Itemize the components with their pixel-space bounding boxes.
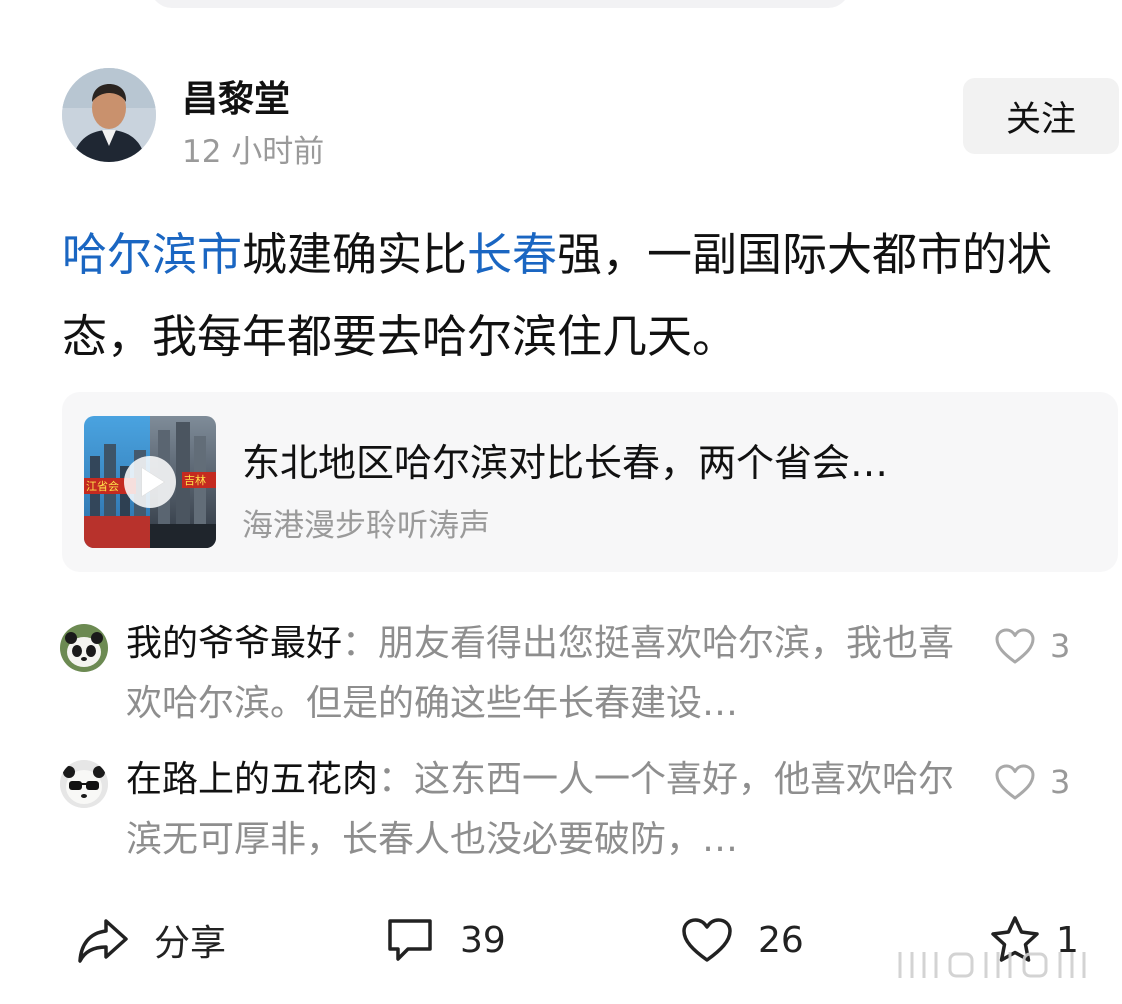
share-button[interactable]: 分享 xyxy=(76,908,226,972)
video-title[interactable]: 东北地区哈尔滨对比长春，两个省会… xyxy=(242,432,1102,487)
comment-bubble-icon[interactable] xyxy=(384,915,436,965)
comment-text: 我的爷爷最好：朋友看得出您挺喜欢哈尔滨，我也喜欢哈尔滨。但是的确这些年长春建设… xyxy=(126,614,986,734)
watermark-overlay xyxy=(890,944,1100,984)
topic-link-harbin[interactable]: 哈尔滨市 xyxy=(62,228,242,281)
topic-link-changchun[interactable]: 长春 xyxy=(467,228,557,281)
comment-like-button[interactable]: 3 xyxy=(994,758,1070,806)
post-text-segment: 城建确实比 xyxy=(242,228,468,281)
commenter-name[interactable]: 我的爷爷最好 xyxy=(126,623,342,664)
comment-item[interactable]: 我的爷爷最好：朋友看得出您挺喜欢哈尔滨，我也喜欢哈尔滨。但是的确这些年长春建设…… xyxy=(60,622,1122,752)
heart-icon[interactable] xyxy=(994,627,1036,665)
commenter-avatar[interactable] xyxy=(60,624,108,672)
comment-item[interactable]: 在路上的五花肉：这东西一人一个喜好，他喜欢哈尔滨无可厚非，长春人也没必要破防，…… xyxy=(60,758,1122,888)
like-count: 26 xyxy=(758,919,804,961)
comment-like-count: 3 xyxy=(1050,627,1071,665)
follow-button[interactable]: 关注 xyxy=(963,78,1119,154)
video-link-card[interactable]: 江省会 吉林 东北地区哈尔滨对比长春，两个省会… 海港漫步聆听涛声 xyxy=(62,392,1118,572)
video-thumbnail[interactable]: 江省会 吉林 xyxy=(84,416,216,548)
post-content: 哈尔滨市城建确实比长春强，一副国际大都市的状态，我每年都要去哈尔滨住几天。 xyxy=(62,214,1092,378)
commenter-name[interactable]: 在路上的五花肉 xyxy=(126,759,378,800)
author-avatar[interactable] xyxy=(62,68,156,162)
comment-separator: ： xyxy=(342,623,379,664)
search-bar-remnant[interactable] xyxy=(150,0,850,8)
share-arrow-icon[interactable] xyxy=(76,915,130,965)
comment-like-button[interactable]: 3 xyxy=(994,622,1070,670)
comment-count: 39 xyxy=(460,919,506,961)
comment-button[interactable]: 39 xyxy=(384,908,506,972)
thumbnail-caption-left: 江省会 xyxy=(86,480,119,493)
like-button[interactable]: 26 xyxy=(680,908,804,972)
comment-text: 在路上的五花肉：这东西一人一个喜好，他喜欢哈尔滨无可厚非，长春人也没必要破防，… xyxy=(126,750,986,870)
heart-icon[interactable] xyxy=(994,763,1036,801)
heart-icon[interactable] xyxy=(680,916,734,964)
author-name[interactable]: 昌黎堂 xyxy=(182,70,290,122)
share-label: 分享 xyxy=(154,923,227,964)
comment-separator: ： xyxy=(378,759,415,800)
thumbnail-caption-right: 吉林 xyxy=(184,473,206,487)
commenter-avatar[interactable] xyxy=(60,760,108,808)
post-timestamp: 12 小时前 xyxy=(182,134,325,170)
comment-like-count: 3 xyxy=(1050,763,1071,801)
video-source[interactable]: 海港漫步聆听涛声 xyxy=(242,500,490,545)
